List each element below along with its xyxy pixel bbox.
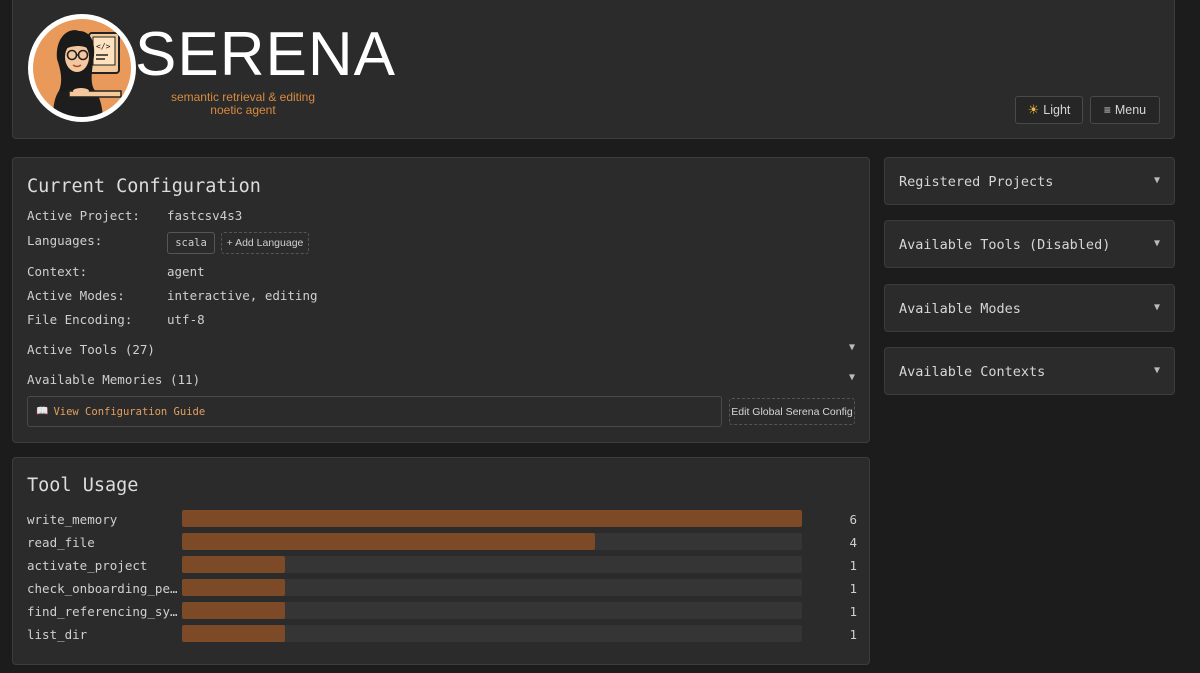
edit-global-config-button[interactable]: Edit Global Serena Config [729, 398, 855, 425]
language-chip-scala[interactable]: scala [167, 232, 215, 254]
usage-bar-track [182, 602, 802, 619]
chevron-down-icon: ▼ [848, 342, 855, 353]
usage-bar-track [182, 510, 802, 527]
section-label: Available Tools (Disabled) [899, 237, 1111, 253]
usage-bar [182, 510, 802, 527]
usage-bar [182, 579, 286, 596]
chevron-down-icon: ▼ [1153, 302, 1160, 313]
chevron-down-icon: ▼ [848, 372, 855, 383]
usage-count: 1 [849, 627, 857, 642]
tool-name: list_dir [27, 627, 88, 642]
usage-bar-track [182, 533, 802, 550]
context-value: agent [167, 264, 205, 279]
usage-bar [182, 625, 286, 642]
theme-toggle-label: Light [1043, 103, 1071, 117]
app-title: SERENA [135, 20, 396, 89]
section-label: Registered Projects [899, 174, 1054, 190]
panel-title: Current Configuration [27, 176, 261, 197]
active-tools-label: Active Tools (27) [27, 342, 155, 357]
available-modes-section[interactable]: Available Modes ▼ [884, 284, 1175, 332]
section-label: Available Modes [899, 301, 1021, 317]
usage-count: 1 [849, 604, 857, 619]
tool-usage-row: list_dir 1 [27, 625, 857, 643]
tool-name: check_onboarding_pe… [27, 581, 177, 596]
tool-usage-row: activate_project 1 [27, 556, 857, 574]
tool-usage-row: write_memory 6 [27, 510, 857, 528]
available-memories-label: Available Memories (11) [27, 372, 201, 387]
active-project-value: fastcsv4s3 [167, 208, 243, 223]
book-icon: 📖 [36, 406, 49, 417]
usage-bar [182, 556, 286, 573]
file-encoding-value: utf-8 [167, 312, 205, 327]
tool-usage-row: check_onboarding_pe… 1 [27, 579, 857, 597]
tool-usage-row: read_file 4 [27, 533, 857, 551]
sun-icon: ☀ [1027, 102, 1040, 117]
logo-avatar: </> [28, 14, 136, 122]
usage-count: 1 [849, 558, 857, 573]
menu-button[interactable]: ≡ Menu [1090, 96, 1160, 124]
file-encoding-label: File Encoding: [27, 312, 133, 327]
panel-title: Tool Usage [27, 475, 139, 496]
svg-text:</>: </> [96, 42, 111, 51]
configuration-guide-label: View Configuration Guide [53, 405, 206, 418]
app-tagline: semantic retrieval & editing noetic agen… [153, 91, 333, 117]
usage-bar-track [182, 625, 802, 642]
active-project-label: Active Project: [27, 208, 140, 223]
usage-bar-track [182, 556, 802, 573]
usage-count: 6 [849, 512, 857, 527]
tool-name: read_file [27, 535, 95, 550]
app-header: </> SERENA semantic retrieval & editing … [12, 0, 1175, 139]
usage-count: 1 [849, 581, 857, 596]
active-modes-label: Active Modes: [27, 288, 125, 303]
section-label: Available Contexts [899, 364, 1046, 380]
hamburger-icon: ≡ [1103, 103, 1111, 117]
tool-usage-row: find_referencing_sy… 1 [27, 602, 857, 620]
active-tools-expander[interactable]: Active Tools (27) ▼ [27, 342, 855, 357]
usage-bar [182, 602, 286, 619]
chevron-down-icon: ▼ [1153, 365, 1160, 376]
languages-label: Languages: [27, 233, 103, 248]
tool-name: find_referencing_sy… [27, 604, 177, 619]
chevron-down-icon: ▼ [1153, 238, 1160, 249]
available-contexts-section[interactable]: Available Contexts ▼ [884, 347, 1175, 395]
registered-projects-section[interactable]: Registered Projects ▼ [884, 157, 1175, 205]
add-language-button[interactable]: + Add Language [221, 232, 309, 254]
available-memories-expander[interactable]: Available Memories (11) ▼ [27, 372, 855, 387]
context-label: Context: [27, 264, 88, 279]
logo-illustration: </> [33, 19, 131, 117]
menu-label: Menu [1114, 103, 1147, 117]
usage-count: 4 [849, 535, 857, 550]
woman-at-computer-icon: </> [53, 30, 122, 117]
tool-name: activate_project [27, 558, 148, 573]
chevron-down-icon: ▼ [1153, 175, 1160, 186]
tool-name: write_memory [27, 512, 118, 527]
current-configuration-panel: Current Configuration Active Project: fa… [12, 157, 870, 443]
usage-bar [182, 533, 596, 550]
usage-bar-track [182, 579, 802, 596]
tagline-line-2: noetic agent [210, 103, 276, 117]
active-modes-value: interactive, editing [167, 288, 318, 303]
configuration-guide-link[interactable]: 📖 View Configuration Guide [27, 396, 722, 427]
tool-usage-panel: Tool Usage write_memory 6 read_file 4 activa… [12, 457, 870, 665]
available-tools-section[interactable]: Available Tools (Disabled) ▼ [884, 220, 1175, 268]
theme-toggle-button[interactable]: ☀ Light [1015, 96, 1083, 124]
